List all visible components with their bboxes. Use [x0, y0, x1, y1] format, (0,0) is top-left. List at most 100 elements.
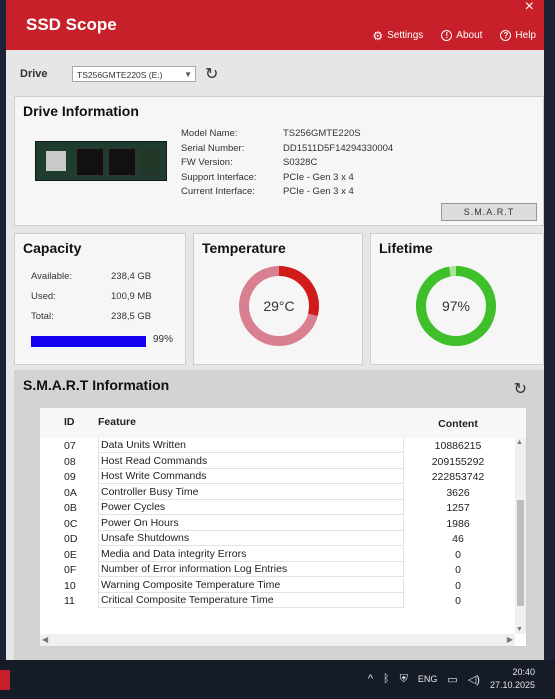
- smart-row-id: 0F: [64, 564, 77, 576]
- smart-row-content: 1257: [446, 502, 470, 514]
- drive-select-value: TS256GMTE220S (E:): [77, 70, 163, 80]
- smart-row[interactable]: 0F Number of Error information Log Entrie…: [40, 562, 526, 578]
- smart-row-content: 0: [455, 579, 461, 592]
- scroll-left-icon[interactable]: ◀: [42, 635, 48, 644]
- capacity-bar: [31, 336, 146, 347]
- scroll-thumb[interactable]: [517, 500, 524, 606]
- controller-chip: [46, 151, 66, 171]
- smart-row-id: 08: [64, 455, 76, 468]
- smart-row-content: 10886215: [434, 440, 482, 452]
- close-icon[interactable]: ×: [525, 0, 534, 16]
- temperature-panel: Temperature 29°C: [193, 233, 363, 365]
- smart-table: ID Feature Content 07 Data Units Written 1…: [39, 407, 527, 647]
- smart-row-id: 0A: [64, 486, 77, 499]
- smart-row-feature: Host Write Commands: [98, 469, 404, 484]
- drive-info-value: TS256GMTE220S: [283, 128, 361, 139]
- volume-icon[interactable]: ◁): [468, 673, 480, 686]
- settings-label: Settings: [387, 30, 424, 41]
- smart-row-id: 0D: [64, 533, 78, 545]
- vertical-scrollbar[interactable]: ▲ ▼: [515, 438, 526, 634]
- smart-row[interactable]: 10 Warning Composite Temperature Time 0: [40, 577, 526, 594]
- smart-row-feature: Media and Data integrity Errors: [98, 546, 404, 562]
- help-link[interactable]: ? Help: [500, 30, 536, 41]
- drive-info-row: Serial Number: DD1511D5F14294330004: [181, 142, 393, 157]
- ssd-image: [35, 141, 167, 181]
- smart-row-feature: Data Units Written: [98, 438, 404, 453]
- header-content: Content: [438, 418, 478, 430]
- chevron-up-icon[interactable]: ^: [368, 673, 373, 685]
- smart-row[interactable]: 0D Unsafe Shutdowns 46: [40, 531, 526, 547]
- about-link[interactable]: ! About: [441, 30, 482, 41]
- scroll-up-icon[interactable]: ▲: [516, 439, 523, 446]
- lifetime-gauge: 97%: [416, 266, 496, 346]
- smart-row-feature: Host Read Commands: [98, 453, 404, 469]
- app-window: SSD Scope × ⚙ Settings ! About ? Help Dr…: [6, 0, 544, 660]
- taskbar: ^ ᛒ ⛨ ENG ▭ ◁) 20:40 27.10.2025: [0, 660, 555, 699]
- smart-row-feature: Number of Error information Log Entries: [98, 562, 404, 577]
- smart-row-id: 0E: [64, 548, 77, 561]
- help-icon: ?: [500, 30, 512, 41]
- bluetooth-icon[interactable]: ᛒ: [383, 673, 390, 685]
- smart-row-id: 11: [64, 595, 75, 607]
- horizontal-scrollbar[interactable]: ◀ ▶: [40, 634, 515, 646]
- capacity-title: Capacity: [23, 240, 82, 256]
- refresh-smart-icon[interactable]: ↻: [514, 379, 527, 399]
- smart-button[interactable]: S.M.A.R.T: [441, 203, 537, 221]
- smart-row[interactable]: 0C Power On Hours 1986: [40, 515, 526, 532]
- used-label: Used:: [31, 291, 56, 302]
- smart-row[interactable]: 0B Power Cycles 1257: [40, 500, 526, 516]
- smart-row[interactable]: 0E Media and Data integrity Errors 0: [40, 546, 526, 563]
- language-indicator[interactable]: ENG: [418, 674, 438, 684]
- smart-row[interactable]: 08 Host Read Commands 209155292: [40, 453, 526, 470]
- title-bar: SSD Scope × ⚙ Settings ! About ? Help: [6, 0, 544, 50]
- scroll-right-icon[interactable]: ▶: [507, 635, 513, 644]
- smart-row-content: 0: [455, 564, 461, 576]
- smart-row-content: 3626: [446, 486, 470, 499]
- smart-row-content: 1986: [446, 517, 470, 530]
- scroll-down-icon[interactable]: ▼: [516, 626, 523, 633]
- drive-info-row: Model Name: TS256GMTE220S: [181, 127, 393, 142]
- clock[interactable]: 20:40 27.10.2025: [490, 666, 535, 692]
- taskbar-app-icon[interactable]: [0, 670, 10, 690]
- smart-row-content: 209155292: [431, 455, 485, 468]
- security-shield-icon[interactable]: ⛨: [400, 673, 408, 686]
- app-title: SSD Scope: [26, 15, 117, 34]
- smart-row-id: 0B: [64, 502, 77, 514]
- smart-row-id: 0C: [64, 517, 78, 530]
- smart-row-id: 10: [64, 579, 76, 592]
- top-nav: ⚙ Settings ! About ? Help: [372, 30, 536, 42]
- header-feature: Feature: [98, 416, 136, 428]
- drive-bar: Drive TS256GMTE220S (E:) ▼ ↻: [20, 66, 544, 88]
- smart-information-title: S.M.A.R.T Information: [23, 377, 170, 393]
- smart-row-feature: Power On Hours: [98, 515, 404, 531]
- drive-info-value: S0328C: [283, 157, 318, 168]
- chevron-down-icon: ▼: [184, 70, 192, 79]
- drive-info-key: FW Version:: [181, 157, 233, 168]
- settings-link[interactable]: ⚙ Settings: [372, 30, 424, 42]
- refresh-drives-icon[interactable]: ↻: [205, 64, 218, 84]
- total-value: 238,5 GB: [111, 311, 152, 322]
- network-icon[interactable]: ▭: [447, 673, 457, 686]
- smart-row[interactable]: 0A Controller Busy Time 3626: [40, 484, 526, 501]
- drive-information-title: Drive Information: [23, 103, 139, 119]
- used-value: 100,9 MB: [111, 291, 152, 302]
- smart-row-content: 0: [455, 548, 461, 561]
- smart-row[interactable]: 11 Critical Composite Temperature Time 0: [40, 593, 526, 609]
- drive-select[interactable]: TS256GMTE220S (E:) ▼: [72, 66, 196, 82]
- drive-info-value: PCIe - Gen 3 x 4: [283, 171, 354, 183]
- drive-info-row: FW Version: S0328C: [181, 156, 393, 171]
- drive-info-key: Serial Number:: [181, 142, 245, 154]
- smart-row[interactable]: 09 Host Write Commands 222853742: [40, 469, 526, 485]
- connector: [140, 148, 160, 176]
- smart-row[interactable]: 07 Data Units Written 10886215: [40, 438, 526, 454]
- temperature-value: 29°C: [263, 298, 294, 314]
- temperature-title: Temperature: [202, 240, 286, 256]
- smart-table-header: ID Feature Content: [40, 408, 526, 438]
- drive-info-key: Model Name:: [181, 128, 238, 139]
- smart-row-feature: Power Cycles: [98, 500, 404, 515]
- clock-time: 20:40: [512, 667, 535, 677]
- lifetime-panel: Lifetime 97%: [370, 233, 544, 365]
- drive-info-value: PCIe - Gen 3 x 4: [283, 186, 354, 197]
- smart-row-feature: Controller Busy Time: [98, 484, 404, 500]
- info-icon: !: [441, 30, 453, 41]
